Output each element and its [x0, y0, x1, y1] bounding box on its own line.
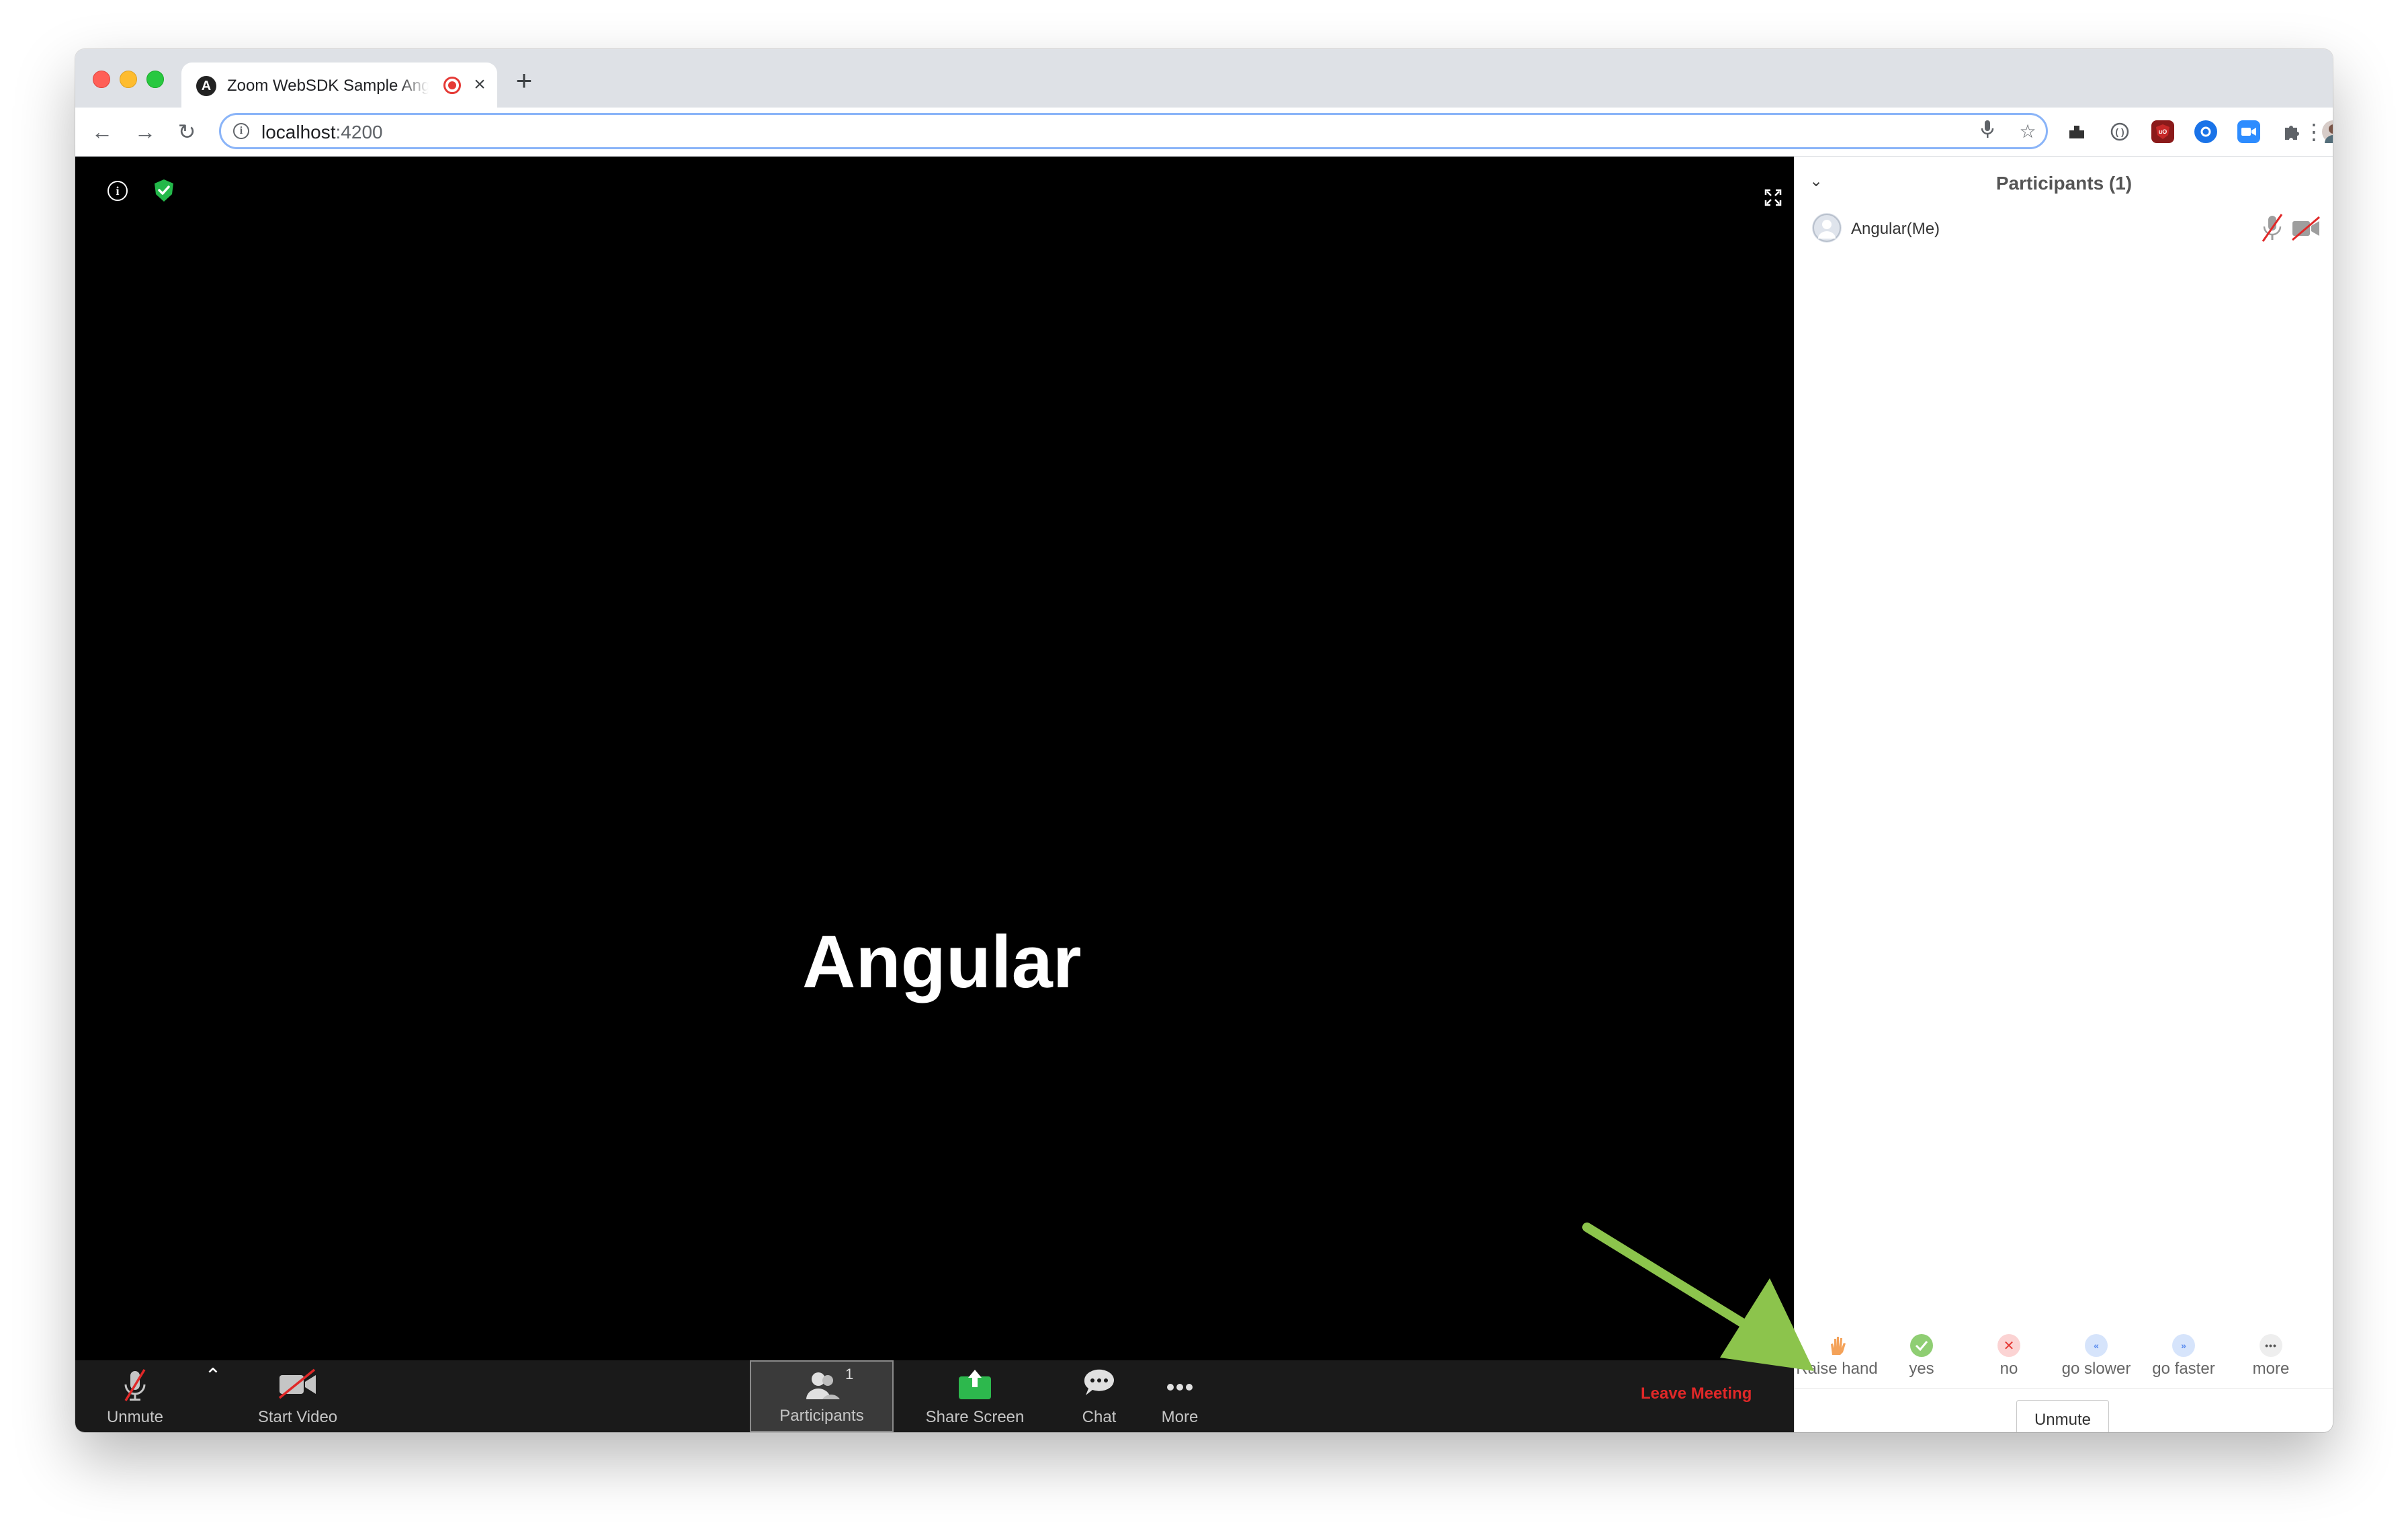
unmute-button[interactable]: Unmute: [98, 1360, 172, 1432]
raise-hand-button[interactable]: Raise hand: [1793, 1334, 1881, 1378]
svg-text:uO: uO: [2159, 128, 2167, 135]
chat-label: Chat: [1082, 1408, 1117, 1426]
go-slower-label: go slower: [2061, 1360, 2131, 1378]
zoom-extension-icon[interactable]: [2237, 120, 2260, 143]
check-icon: [1910, 1334, 1933, 1357]
nonverbal-feedback-bar: Raise hand yes ✕ no « go slower » go fas…: [1795, 1334, 2333, 1378]
active-speaker-name: Angular: [802, 921, 1082, 1003]
close-window-button[interactable]: [93, 71, 110, 88]
new-tab-button[interactable]: +: [511, 67, 538, 95]
panel-divider: [1795, 1388, 2333, 1389]
audio-options-caret-icon[interactable]: ⌃: [196, 1364, 230, 1432]
more-button[interactable]: More: [1148, 1360, 1212, 1432]
go-slower-button[interactable]: « go slower: [2053, 1334, 2140, 1378]
video-canvas: i Angular: [75, 157, 1794, 1360]
chat-bubble-icon: [1084, 1369, 1114, 1395]
participants-icon: [806, 1372, 840, 1399]
raise-hand-icon: [1825, 1334, 1848, 1357]
more-dots-icon: [1167, 1384, 1193, 1391]
share-screen-icon: [959, 1370, 991, 1399]
participants-button[interactable]: 1 Participants: [750, 1360, 894, 1432]
url-port: :4200: [335, 122, 383, 142]
more-label: More: [1161, 1408, 1199, 1426]
panel-unmute-button[interactable]: Unmute: [2016, 1400, 2109, 1432]
no-button[interactable]: ✕ no: [1965, 1334, 2053, 1378]
svg-text:( ): ( ): [2115, 126, 2124, 137]
bookmark-star-icon[interactable]: ☆: [2015, 119, 2040, 144]
go-faster-label: go faster: [2152, 1360, 2215, 1378]
back-arrow-icon[interactable]: ←: [87, 117, 117, 147]
window-controls: [93, 71, 164, 88]
participant-row[interactable]: Angular(Me): [1812, 213, 2320, 245]
start-video-button[interactable]: Start Video: [241, 1360, 355, 1432]
ublock-shield-icon[interactable]: uO: [2151, 120, 2174, 143]
browser-menu-icon[interactable]: ⋮: [2300, 117, 2327, 147]
address-url[interactable]: localhost:4200: [261, 122, 383, 143]
voice-search-icon[interactable]: [1975, 119, 2000, 144]
extension-blue-circle-icon[interactable]: [2194, 120, 2217, 143]
forward-arrow-icon[interactable]: →: [130, 117, 160, 147]
participant-muted-mic-icon: [2262, 214, 2283, 242]
participants-count-badge: 1: [845, 1366, 854, 1382]
tab-title: Zoom WebSDK Sample Angular: [227, 77, 429, 95]
meeting-info-icon[interactable]: i: [108, 181, 128, 201]
more-reactions-button[interactable]: ••• more: [2227, 1334, 2315, 1378]
meeting-control-bar: Unmute ⌃ Start Video 1 Participants Shar…: [75, 1360, 1794, 1432]
leave-meeting-button[interactable]: Leave Meeting: [1641, 1384, 1752, 1403]
yes-label: yes: [1909, 1360, 1934, 1378]
yes-button[interactable]: yes: [1878, 1334, 1965, 1378]
fullscreen-icon[interactable]: [1764, 189, 1782, 206]
page-content: i Angular Unmute ⌃ Start Video 1 Partici…: [75, 157, 2333, 1432]
video-off-icon: [278, 1368, 316, 1399]
address-bar[interactable]: i localhost:4200 ☆: [219, 113, 2048, 149]
maximize-window-button[interactable]: [146, 71, 164, 88]
go-faster-icon: »: [2172, 1334, 2195, 1357]
x-icon: ✕: [1997, 1334, 2020, 1357]
browser-tab[interactable]: A Zoom WebSDK Sample Angular ×: [181, 63, 497, 108]
reload-icon[interactable]: ↻: [172, 117, 202, 147]
raise-hand-label: Raise hand: [1796, 1360, 1878, 1378]
browser-window: A Zoom WebSDK Sample Angular × + ← → ↻ i…: [75, 49, 2333, 1432]
no-label: no: [2000, 1360, 2018, 1378]
share-screen-button[interactable]: Share Screen: [914, 1360, 1036, 1432]
minimize-window-button[interactable]: [120, 71, 137, 88]
more-dots-icon: •••: [2260, 1334, 2282, 1357]
participants-panel: ⌄ Participants (1) Angular(Me) Raise han…: [1794, 157, 2333, 1432]
extension-puzzle-box-icon[interactable]: [2065, 120, 2088, 143]
extensions-puzzle-icon[interactable]: [2280, 120, 2303, 143]
angular-favicon-icon: A: [196, 76, 216, 96]
participant-avatar: [1812, 213, 1842, 243]
go-slower-icon: «: [2085, 1334, 2108, 1357]
recording-indicator-icon: [443, 77, 461, 94]
site-info-icon[interactable]: i: [233, 123, 249, 139]
url-host: localhost: [261, 122, 336, 142]
muted-mic-icon: [124, 1369, 146, 1401]
unmute-label: Unmute: [106, 1408, 164, 1426]
tab-close-icon[interactable]: ×: [469, 72, 490, 97]
share-screen-label: Share Screen: [925, 1408, 1025, 1426]
tab-strip: A Zoom WebSDK Sample Angular × +: [75, 49, 2333, 108]
encryption-shield-icon[interactable]: [152, 178, 176, 204]
participants-panel-title: Participants (1): [1995, 173, 2133, 194]
participant-name: Angular(Me): [1851, 220, 1940, 238]
browser-toolbar: ← → ↻ i localhost:4200 ☆ ( ) uO ⋮: [75, 108, 2333, 157]
start-video-label: Start Video: [257, 1408, 338, 1426]
go-faster-button[interactable]: » go faster: [2140, 1334, 2227, 1378]
extension-circle-icon[interactable]: ( ): [2108, 120, 2131, 143]
more-reactions-label: more: [2252, 1360, 2290, 1378]
chat-button[interactable]: Chat: [1067, 1360, 1131, 1432]
participant-video-off-icon: [2292, 216, 2320, 241]
participants-label: Participants: [779, 1407, 864, 1425]
